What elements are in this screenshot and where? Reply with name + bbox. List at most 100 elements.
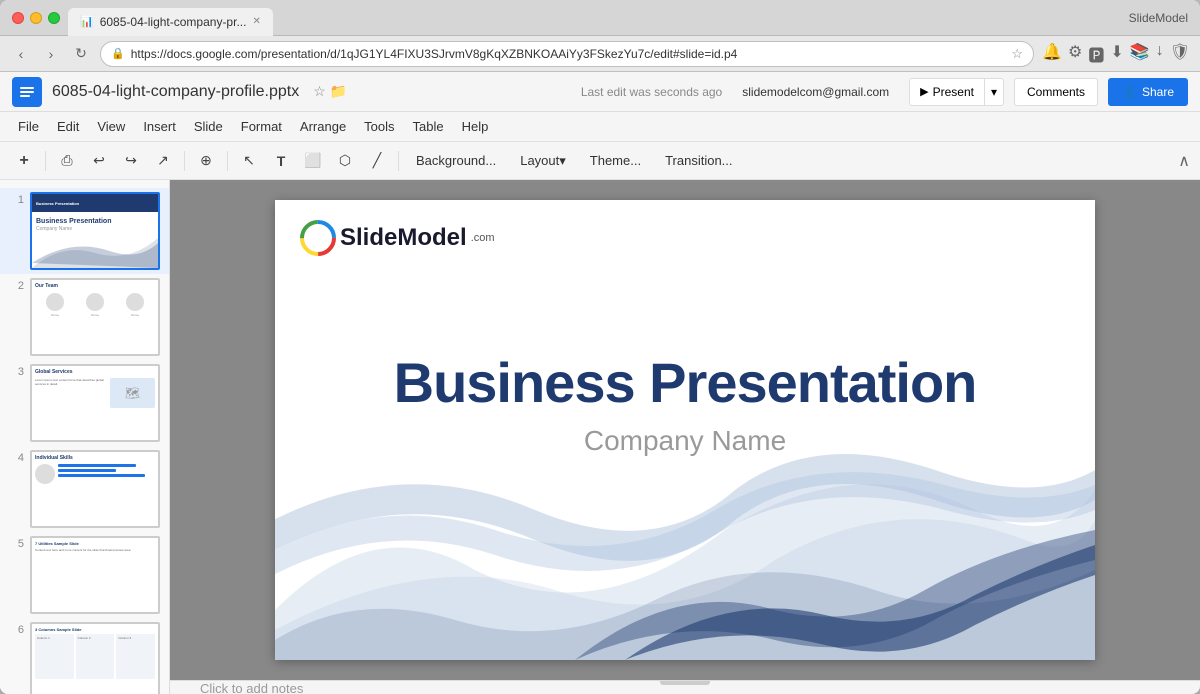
star-doc-icon[interactable]: ☆ [313, 83, 326, 100]
logo-com: .com [471, 232, 495, 244]
menu-tools[interactable]: Tools [356, 116, 402, 137]
logo-text: SlideModel [340, 224, 467, 252]
extensions-icon[interactable]: 🔔 [1042, 42, 1062, 66]
layout-button[interactable]: Layout▾ [510, 147, 576, 175]
share-label: Share [1142, 85, 1174, 99]
menu-edit[interactable]: Edit [49, 116, 87, 137]
slide-thumb-5: 7 Utilities Sample Slide Content text he… [30, 536, 160, 614]
address-bar-row: ‹ › ↻ 🔒 https://docs.google.com/presenta… [0, 36, 1200, 72]
zoom-button[interactable]: ⊕ [192, 147, 220, 175]
browser-window: 📊 6085-04-light-company-pr... ✕ SlideMod… [0, 0, 1200, 694]
app-topbar: 6085-04-light-company-profile.pptx ☆ 📁 L… [0, 72, 1200, 112]
slide-logo: SlideModel .com [300, 220, 495, 256]
browser-tab[interactable]: 📊 6085-04-light-company-pr... ✕ [68, 8, 273, 36]
transition-button[interactable]: Transition... [655, 147, 742, 175]
slide-thumb-1: Business Presentation Business Presentat… [30, 192, 160, 270]
person-icon: 👤 [1122, 85, 1137, 99]
slide-number-5: 5 [8, 536, 24, 550]
slide-item-6[interactable]: 6 3 Columns Sample Slide Column 1 Column… [0, 618, 169, 694]
toolbar: + ⎙ ↩ ↪ ↗ ⊕ ↖ T ⬜ ⬡ ╱ Background... Layo… [0, 142, 1200, 180]
maximize-button[interactable] [48, 12, 60, 24]
background-button[interactable]: Background... [406, 147, 506, 175]
google-slides-logo [12, 77, 42, 107]
bookmark-icon[interactable]: ☆ [1011, 46, 1023, 62]
slide-main-title: Business Presentation [275, 350, 1095, 415]
slide-thumb-6: 3 Columns Sample Slide Column 1 Column 2… [30, 622, 160, 694]
browser-toolbar-icons: 🔔 ⚙ 🅿 ⬇ 📚 ↓ 🛡 [1042, 42, 1190, 66]
menu-help[interactable]: Help [454, 116, 497, 137]
comments-button[interactable]: Comments [1014, 78, 1098, 106]
menu-slide[interactable]: Slide [186, 116, 231, 137]
collapse-toolbar-icon[interactable]: ∧ [1178, 151, 1190, 171]
download-icon[interactable]: ⬇ [1110, 42, 1123, 66]
menu-file[interactable]: File [10, 116, 47, 137]
line-tool[interactable]: ╱ [363, 147, 391, 175]
last-edit-text: Last edit was seconds ago [581, 85, 722, 99]
print-button[interactable]: ⎙ [53, 147, 81, 175]
arrow-icon[interactable]: ↓ [1156, 42, 1164, 66]
slide-thumb-3: Global Services Lorem ipsum text content… [30, 364, 160, 442]
theme-button[interactable]: Theme... [580, 147, 651, 175]
zoom-in-button[interactable]: + [10, 147, 38, 175]
bookmark-list-icon[interactable]: 📚 [1130, 42, 1150, 66]
toolbar-sep-4 [398, 151, 399, 171]
notes-placeholder[interactable]: Click to add notes [200, 681, 303, 694]
transition-label: Transition... [665, 153, 732, 168]
pocket-icon[interactable]: 🅿 [1088, 42, 1104, 66]
slide-item-2[interactable]: 2 Our Team Name Name Name [0, 274, 169, 360]
folder-icon[interactable]: 📁 [330, 83, 347, 100]
doc-icons: ☆ 📁 [313, 83, 347, 100]
app-content: 6085-04-light-company-profile.pptx ☆ 📁 L… [0, 72, 1200, 694]
toolbar-sep-3 [227, 151, 228, 171]
slide-number-4: 4 [8, 450, 24, 464]
doc-title: 6085-04-light-company-profile.pptx [52, 83, 299, 101]
wave-decoration [275, 430, 1095, 660]
menu-icon[interactable]: ⚙ [1068, 42, 1082, 66]
slide-number-6: 6 [8, 622, 24, 636]
slide-number-3: 3 [8, 364, 24, 378]
present-main[interactable]: ▶ Present [910, 79, 984, 105]
tab-favicon: 📊 [80, 15, 94, 28]
forward-button[interactable]: › [40, 43, 62, 65]
minimize-button[interactable] [30, 12, 42, 24]
menu-insert[interactable]: Insert [135, 116, 184, 137]
redo-button[interactable]: ↪ [117, 147, 145, 175]
close-button[interactable] [12, 12, 24, 24]
layout-label: Layout▾ [520, 153, 566, 169]
present-dropdown[interactable]: ▾ [984, 79, 1003, 105]
notes-drag-handle[interactable] [660, 681, 710, 685]
slide-item-3[interactable]: 3 Global Services Lorem ipsum text conte… [0, 360, 169, 446]
tab-close-icon[interactable]: ✕ [252, 16, 260, 27]
share-button[interactable]: 👤 Share [1108, 78, 1188, 106]
theme-label: Theme... [590, 153, 641, 168]
shield-icon[interactable]: 🛡 [1170, 42, 1190, 66]
back-button[interactable]: ‹ [10, 43, 32, 65]
text-tool[interactable]: T [267, 147, 295, 175]
cursor-tool[interactable]: ↖ [235, 147, 263, 175]
slide-canvas[interactable]: SlideModel.com Business Presentation Com… [275, 200, 1095, 660]
undo-button[interactable]: ↩ [85, 147, 113, 175]
menu-view[interactable]: View [89, 116, 133, 137]
toolbar-sep-1 [45, 151, 46, 171]
title-bar: 📊 6085-04-light-company-pr... ✕ SlideMod… [0, 0, 1200, 36]
background-label: Background... [416, 153, 496, 168]
menu-bar: File Edit View Insert Slide Format Arran… [0, 112, 1200, 142]
present-button[interactable]: ▶ Present ▾ [909, 78, 1004, 106]
shapes-tool[interactable]: ⬡ [331, 147, 359, 175]
slide-number-2: 2 [8, 278, 24, 292]
image-tool[interactable]: ⬜ [299, 147, 327, 175]
slide-item-1[interactable]: 1 Business Presentation Business Present… [0, 188, 169, 274]
app-name: SlideModel [1129, 11, 1188, 25]
canvas-area: SlideModel.com Business Presentation Com… [170, 180, 1200, 694]
menu-arrange[interactable]: Arrange [292, 116, 354, 137]
user-account[interactable]: slidemodelcom@gmail.com [742, 85, 889, 99]
paint-format-button[interactable]: ↗ [149, 147, 177, 175]
menu-format[interactable]: Format [233, 116, 290, 137]
slide-item-5[interactable]: 5 7 Utilities Sample Slide Content text … [0, 532, 169, 618]
ssl-lock-icon: 🔒 [111, 47, 125, 60]
slide-item-4[interactable]: 4 Individual Skills [0, 446, 169, 532]
menu-table[interactable]: Table [405, 116, 452, 137]
address-bar[interactable]: 🔒 https://docs.google.com/presentation/d… [100, 41, 1034, 67]
refresh-button[interactable]: ↻ [70, 43, 92, 65]
present-label: Present [933, 85, 974, 99]
